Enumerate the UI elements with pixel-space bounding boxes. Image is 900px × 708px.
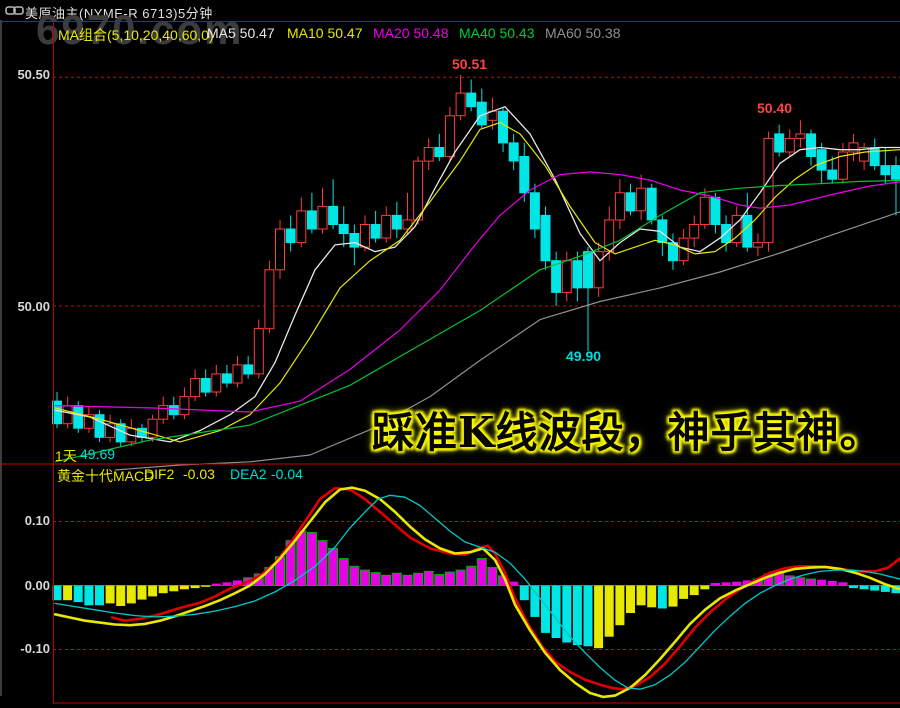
- price-axis-50-50: 50.50: [17, 67, 50, 82]
- macd-axis-010: 0.10: [24, 513, 50, 528]
- dif2-value: -0.03: [183, 466, 215, 482]
- link-chain-icon[interactable]: [5, 4, 25, 22]
- ma10-value: MA10 50.47: [287, 25, 363, 41]
- macd-axis-neg010: -0.10: [20, 641, 50, 656]
- peak-price-label: 50.51: [452, 56, 488, 72]
- ma60-value: MA60 50.38: [545, 25, 621, 41]
- macd-axis-000: 0.00: [24, 578, 50, 593]
- ma-combo-label: MA组合(5,10,20,40,60,0): [58, 27, 214, 43]
- dif2-label: DIF2: [144, 466, 175, 482]
- late-high-price-label: 50.40: [757, 100, 793, 116]
- dea2-label: DEA2: [230, 466, 267, 482]
- ma40-value: MA40 50.43: [459, 25, 535, 41]
- period-label[interactable]: 1天: [55, 446, 77, 466]
- ma5-value: MA5 50.47: [207, 25, 275, 41]
- trading-app-window: 6970.com 美原油主(NYME-R 6713)5分钟 MA组合(5,10,…: [0, 0, 900, 708]
- dea2-value: -0.04: [271, 466, 303, 482]
- macd-indicator-name: 黄金十代MACD: [57, 468, 155, 484]
- overlay-slogan: 踩准K线波段，神乎其神。: [372, 408, 883, 457]
- price-axis-50-00: 50.00: [17, 299, 50, 314]
- ma20-value: MA20 50.48: [373, 25, 449, 41]
- day-low-label: 49.69: [80, 446, 116, 462]
- wick-low-price-label: 49.90: [566, 348, 602, 364]
